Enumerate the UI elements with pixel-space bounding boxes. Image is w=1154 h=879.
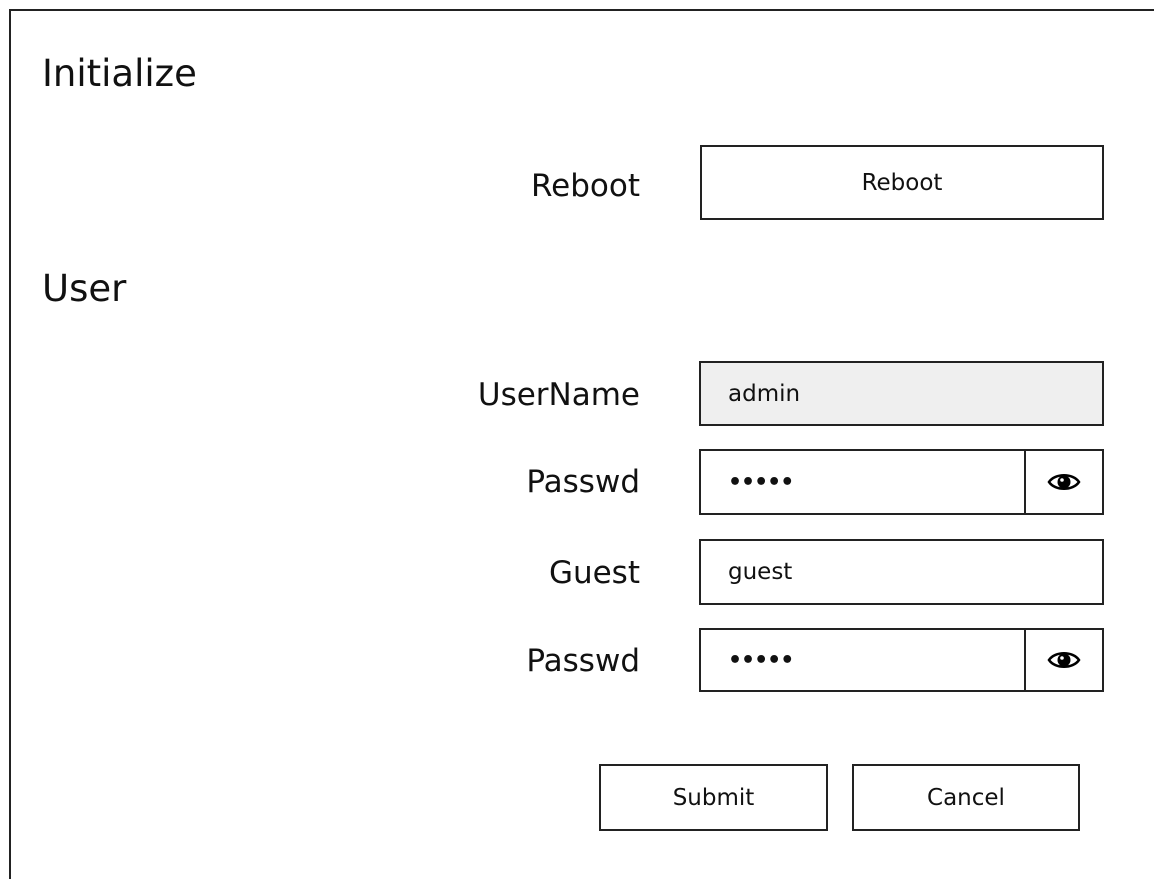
admin-passwd-label: Passwd [526,464,640,500]
user-section-title: User [42,267,127,310]
guest-password-field[interactable]: ••••• [699,628,1104,692]
submit-button[interactable]: Submit [599,764,828,831]
show-admin-password-button[interactable] [1024,451,1102,513]
username-field[interactable]: admin [699,361,1104,426]
settings-panel [9,9,1154,879]
guest-value: guest [728,559,793,585]
username-value: admin [728,380,801,407]
reboot-button[interactable]: Reboot [700,145,1104,220]
reboot-button-label: Reboot [861,169,943,196]
username-label: UserName [477,377,640,413]
eye-icon [1047,652,1081,668]
admin-password-field[interactable]: ••••• [699,449,1104,515]
guest-label: Guest [548,555,640,591]
guest-field[interactable]: guest [699,539,1104,605]
cancel-button[interactable]: Cancel [852,764,1080,831]
initialize-section-title: Initialize [42,52,197,95]
eye-icon [1047,474,1081,490]
submit-button-label: Submit [672,784,755,811]
reboot-label: Reboot [531,168,640,204]
show-guest-password-button[interactable] [1024,630,1102,690]
guest-passwd-label: Passwd [526,643,640,679]
guest-password-value: ••••• [728,647,794,673]
cancel-button-label: Cancel [927,784,1005,811]
admin-password-value: ••••• [728,469,794,495]
